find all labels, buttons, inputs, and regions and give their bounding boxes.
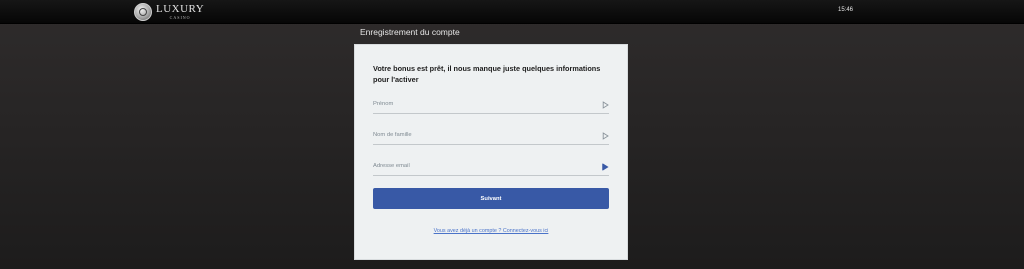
top-bar: LUXURY CASINO 15:46: [0, 0, 1024, 24]
email-label: Adresse email: [373, 163, 410, 169]
first-name-field[interactable]: Prénom: [373, 99, 609, 114]
brand-subtitle: CASINO: [169, 14, 191, 20]
first-name-label: Prénom: [373, 101, 394, 107]
registration-card: Votre bonus est prêt, il nous manque jus…: [354, 44, 628, 260]
email-field[interactable]: Adresse email: [373, 161, 609, 176]
login-link[interactable]: Vous avez déjà un compte ? Connectez-vou…: [373, 228, 609, 234]
play-icon: [602, 132, 609, 140]
last-name-label: Nom de famille: [373, 132, 412, 138]
header-clock: 15:46: [838, 7, 854, 13]
play-icon: [602, 101, 609, 109]
brand-logo[interactable]: LUXURY CASINO: [134, 2, 204, 21]
page-title: Enregistrement du compte: [360, 27, 460, 37]
play-icon: [602, 163, 609, 171]
brand-wordmark: LUXURY CASINO: [156, 2, 205, 20]
last-name-field[interactable]: Nom de famille: [373, 130, 609, 145]
brand-emblem-icon: [134, 2, 152, 21]
form-title: Votre bonus est prêt, il nous manque jus…: [373, 64, 601, 84]
brand-name: LUXURY: [156, 2, 205, 15]
next-button[interactable]: Suivant: [373, 188, 609, 209]
